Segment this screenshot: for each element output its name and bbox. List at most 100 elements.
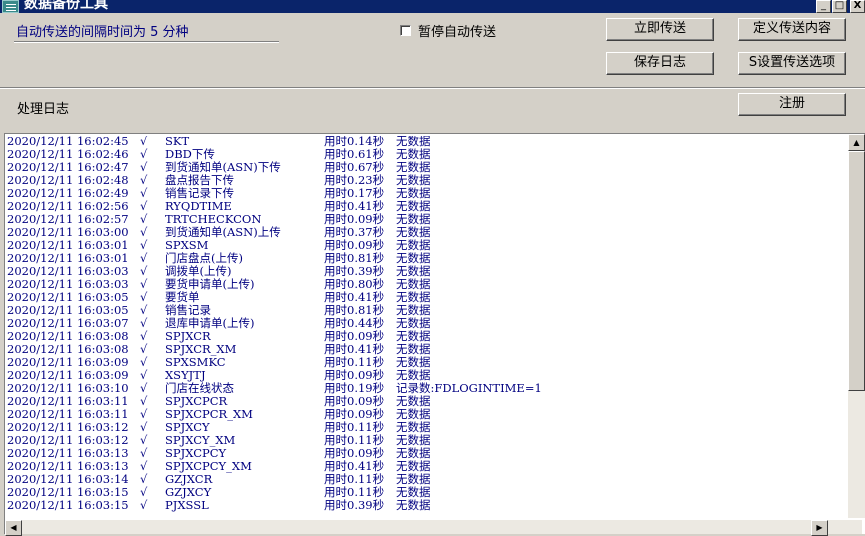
log-status-check: √ [140,355,148,369]
minimize-button[interactable]: _ [816,0,831,13]
log-table-name: SPJXCR_XM [165,342,237,356]
log-duration: 用时0.23秒 [324,173,385,187]
log-panel[interactable]: 2020/12/11 16:02:45 √ SKT 用时0.14秒 无数据 2020/12… [4,133,865,536]
log-result: 无数据 [396,394,431,408]
log-duration: 用时0.14秒 [324,136,385,148]
log-result: 无数据 [396,136,431,148]
log-status-check: √ [140,381,148,395]
log-duration: 用时0.41秒 [324,290,385,304]
log-duration: 用时0.11秒 [324,485,385,499]
log-table-name: 要货申请单(上传) [165,277,255,291]
log-timestamp: 2020/12/11 16:03:14 [7,472,129,486]
log-duration: 用时0.11秒 [324,355,385,369]
log-result: 无数据 [396,303,431,317]
register-button[interactable]: 注册 [738,93,846,116]
log-table-name: SPJXCY_XM [165,433,236,447]
scroll-up-arrow-icon[interactable]: ▲ [848,134,865,151]
maximize-button[interactable]: □ [832,0,847,13]
log-table-name: 调拨单(上传) [165,264,232,278]
close-button[interactable]: X [850,0,865,13]
log-table-name: XSYJTJ [165,368,206,382]
send-now-button[interactable]: 立即传送 [606,18,714,41]
log-table-name: 到货通知单(ASN)下传 [165,160,281,174]
pause-auto-send-checkbox[interactable]: 暂停自动传送 [400,21,496,40]
log-status-check: √ [140,420,148,434]
log-duration: 用时0.09秒 [324,394,385,408]
log-timestamp: 2020/12/11 16:03:05 [7,290,129,304]
log-status-check: √ [140,394,148,408]
log-timestamp: 2020/12/11 16:03:07 [7,316,129,330]
log-status-check: √ [140,316,148,330]
log-duration: 用时0.09秒 [324,212,385,226]
log-duration: 用时0.61秒 [324,147,385,161]
log-table-name: PJXSSL [165,498,209,512]
save-log-button[interactable]: 保存日志 [606,52,714,75]
horizontal-scrollbar[interactable]: ◀ ▶ [5,520,862,536]
log-duration: 用时0.09秒 [324,446,385,460]
log-result: 无数据 [396,459,431,473]
log-result: 无数据 [396,355,431,369]
log-table-name: 门店盘点(上传) [165,251,243,265]
log-status-check: √ [140,225,148,239]
log-status-check: √ [140,212,148,226]
log-row: 2020/12/11 16:03:15 √ PJXSSL 用时0.39秒 无数据 [6,498,844,513]
log-timestamp: 2020/12/11 16:03:08 [7,342,129,356]
log-timestamp: 2020/12/11 16:02:49 [7,186,129,200]
log-status-check: √ [140,147,148,161]
log-result: 无数据 [396,342,431,356]
log-result: 无数据 [396,225,431,239]
log-status-check: √ [140,160,148,174]
log-table-name: 盘点报告下传 [165,173,234,187]
log-table-name: GZJXCY [165,485,212,499]
log-duration: 用时0.11秒 [324,433,385,447]
log-duration: 用时0.09秒 [324,407,385,421]
log-duration: 用时0.11秒 [324,420,385,434]
log-result: 无数据 [396,147,431,161]
log-result: 无数据 [396,238,431,252]
log-duration: 用时0.09秒 [324,329,385,343]
log-table-name: RYQDTIME [165,199,232,213]
log-table-name: SPXSM [165,238,209,252]
log-result: 无数据 [396,433,431,447]
log-timestamp: 2020/12/11 16:03:15 [7,498,129,512]
log-status-check: √ [140,368,148,382]
log-table-name: SPJXCPCR_XM [165,407,253,421]
scrollbar-thumb[interactable] [848,151,865,391]
log-result: 记录数:FDLOGINTIME=1 [396,381,542,395]
checkbox-box[interactable] [400,25,411,36]
log-duration: 用时0.44秒 [324,316,385,330]
log-table-name: SPJXCY [165,420,210,434]
log-status-check: √ [140,136,148,148]
log-timestamp: 2020/12/11 16:03:10 [7,381,129,395]
log-table-name: TRTCHECKCON [165,212,262,226]
log-status-check: √ [140,407,148,421]
log-result: 无数据 [396,212,431,226]
log-status-check: √ [140,186,148,200]
log-timestamp: 2020/12/11 16:03:12 [7,433,129,447]
section-divider [0,87,865,89]
log-result: 无数据 [396,199,431,213]
log-status-check: √ [140,485,148,499]
vertical-scrollbar[interactable]: ▲ [848,134,865,518]
title-bar[interactable]: 数据备份工具 _ □ X [0,0,865,13]
log-table-name: 到货通知单(ASN)上传 [165,225,281,239]
log-table-name: SPJXCR [165,329,211,343]
log-timestamp: 2020/12/11 16:03:09 [7,368,129,382]
define-content-button[interactable]: 定义传送内容 [738,18,846,41]
log-timestamp: 2020/12/11 16:03:13 [7,446,129,460]
pause-label: 暂停自动传送 [418,25,497,40]
set-options-button[interactable]: S设置传送选项 [738,52,846,75]
log-table-name: 要货单 [165,290,200,304]
log-duration: 用时0.41秒 [324,342,385,356]
log-duration: 用时0.39秒 [324,498,385,512]
interval-label: 自动传送的间隔时间为 5 分种 [16,25,189,40]
log-result: 无数据 [396,251,431,265]
log-status-check: √ [140,238,148,252]
log-result: 无数据 [396,407,431,421]
log-table-name: DBD下传 [165,147,215,161]
log-timestamp: 2020/12/11 16:03:15 [7,485,129,499]
log-duration: 用时0.41秒 [324,199,385,213]
log-status-check: √ [140,290,148,304]
log-status-check: √ [140,472,148,486]
log-duration: 用时0.17秒 [324,186,385,200]
